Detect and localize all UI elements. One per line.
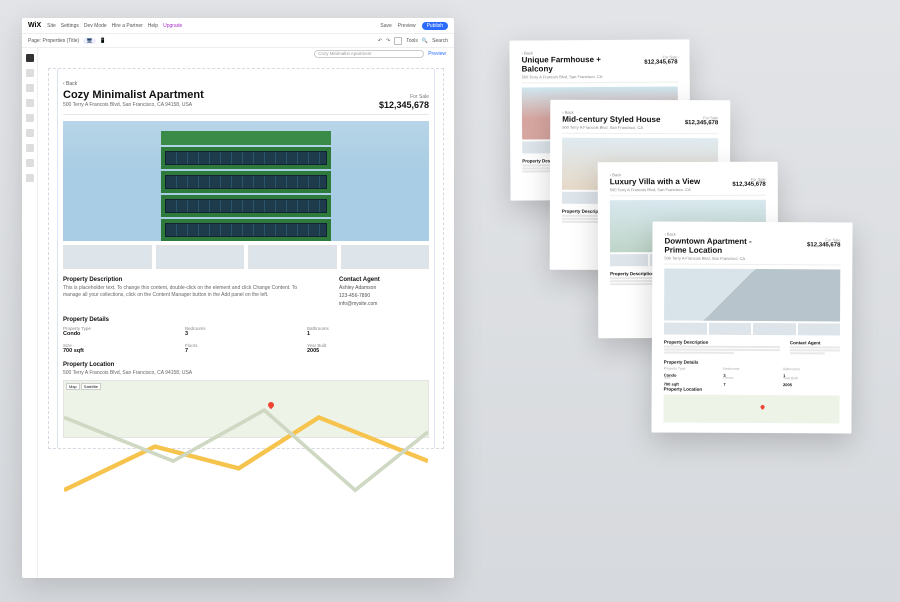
menu-site[interactable]: Site bbox=[47, 23, 56, 29]
detail-value: 7 bbox=[185, 348, 307, 354]
detail-value: 3 bbox=[185, 331, 307, 337]
detail-value: 2005 bbox=[307, 348, 429, 354]
map[interactable]: Map Satellite bbox=[63, 380, 429, 438]
map-pin-icon bbox=[760, 404, 766, 410]
dp-title: Luxury Villa with a View bbox=[610, 177, 700, 187]
tools-button[interactable] bbox=[394, 37, 402, 45]
preview-link[interactable]: Preview bbox=[398, 23, 416, 29]
editor-window: WiX Site Settings Dev Mode Hire a Partne… bbox=[22, 18, 454, 578]
wix-logo[interactable]: WiX bbox=[28, 22, 41, 29]
dp-price: $12,345,678 bbox=[644, 59, 677, 65]
desktop-view-icon[interactable]: 🖥 bbox=[83, 38, 95, 44]
page-switcher[interactable]: Page: Properties (Title) bbox=[28, 38, 79, 44]
thumb-4[interactable] bbox=[341, 245, 430, 269]
details-grid: Property TypeCondo Bedrooms3 Bathrooms1 … bbox=[63, 326, 429, 354]
data-icon[interactable] bbox=[26, 129, 34, 137]
menu-hire[interactable]: Hire a Partner bbox=[112, 23, 143, 29]
search-label[interactable]: Search bbox=[432, 38, 448, 44]
dp-price: $12,345,678 bbox=[807, 242, 840, 248]
detail-value: 1 bbox=[307, 331, 429, 337]
design-icon[interactable] bbox=[26, 84, 34, 92]
canvas-preview-link[interactable]: Preview bbox=[428, 51, 446, 57]
sub-toolbar: Page: Properties (Title) 🖥 📱 ↶ ↷ Tools 🔍… bbox=[22, 34, 454, 48]
thumb-2[interactable] bbox=[156, 245, 245, 269]
item-search-input[interactable]: Cozy Minimalist Apartment bbox=[314, 50, 424, 58]
dp-price: $12,345,678 bbox=[732, 182, 765, 188]
dp-title: Unique Farmhouse + Balcony bbox=[522, 55, 632, 74]
listing-title[interactable]: Cozy Minimalist Apartment bbox=[63, 89, 204, 101]
undo-icon[interactable]: ↶ bbox=[378, 38, 382, 44]
description-body[interactable]: This is placeholder text. To change this… bbox=[63, 285, 315, 299]
save-button[interactable]: Save bbox=[380, 23, 391, 29]
agent-phone: 123-456-7890 bbox=[339, 293, 429, 299]
menu-settings[interactable]: Settings bbox=[61, 23, 79, 29]
listing-address: 500 Terry A Francois Blvd, San Francisco… bbox=[63, 102, 204, 108]
blog-icon[interactable] bbox=[26, 174, 34, 182]
agent-name: Ashley Adamson bbox=[339, 285, 429, 291]
thumbnail-strip[interactable] bbox=[63, 245, 429, 269]
dp-map bbox=[664, 395, 840, 424]
top-menubar: WiX Site Settings Dev Mode Hire a Partne… bbox=[22, 18, 454, 34]
contact-heading: Contact Agent bbox=[339, 277, 429, 283]
back-link[interactable]: ‹ Back bbox=[63, 81, 429, 87]
dp-hero-image bbox=[664, 269, 840, 322]
store-icon[interactable] bbox=[26, 159, 34, 167]
bookings-icon[interactable] bbox=[26, 144, 34, 152]
dp-address: 500 Terry A Francois Blvd, San Francisco… bbox=[562, 125, 660, 130]
apps-icon[interactable] bbox=[26, 99, 34, 107]
location-heading: Property Location bbox=[63, 362, 429, 368]
media-icon[interactable] bbox=[26, 114, 34, 122]
publish-button[interactable]: Publish bbox=[422, 22, 448, 30]
thumb-3[interactable] bbox=[248, 245, 337, 269]
hero-image[interactable] bbox=[63, 121, 429, 241]
canvas[interactable]: Cozy Minimalist Apartment Preview ‹ Back… bbox=[38, 48, 454, 578]
listing-price: $12,345,678 bbox=[379, 100, 429, 110]
dp-detail-value: 2005 bbox=[783, 383, 840, 389]
menu-upgrade[interactable]: Upgrade bbox=[163, 23, 182, 29]
dp-contact-heading: Contact Agent bbox=[790, 341, 840, 346]
dp-title: Mid-century Styled House bbox=[562, 115, 660, 125]
guide-left bbox=[57, 69, 58, 448]
dynamic-pages-stack: ‹ Back Unique Farmhouse + Balcony 500 Te… bbox=[510, 40, 870, 540]
description-heading: Property Description bbox=[63, 277, 315, 283]
details-heading: Property Details bbox=[63, 317, 429, 323]
dp-price: $12,345,678 bbox=[685, 120, 718, 126]
search-icon[interactable]: 🔍 bbox=[422, 38, 428, 44]
agent-email: info@mysite.com bbox=[339, 301, 429, 307]
thumb-1[interactable] bbox=[63, 245, 152, 269]
left-rail bbox=[22, 48, 38, 578]
page-content[interactable]: ‹ Back Cozy Minimalist Apartment 500 Ter… bbox=[48, 68, 444, 449]
dynamic-page-card: ‹ Back Downtown Apartment - Prime Locati… bbox=[651, 221, 852, 433]
dp-title: Downtown Apartment - Prime Location bbox=[664, 237, 774, 256]
menu-items: Site Settings Dev Mode Hire a Partner He… bbox=[47, 23, 182, 29]
add-icon[interactable] bbox=[26, 54, 34, 62]
dp-address: 500 Terry A Francois Blvd, San Francisco… bbox=[664, 256, 774, 262]
dp-desc-heading: Property Description bbox=[664, 340, 780, 346]
tools-label[interactable]: Tools bbox=[406, 38, 418, 44]
dp-address: 500 Terry A Francois Blvd, San Francisco… bbox=[610, 187, 700, 192]
menu-help[interactable]: Help bbox=[148, 23, 158, 29]
dp-address: 500 Terry A Francois Blvd, San Francisco… bbox=[522, 74, 632, 80]
guide-right bbox=[434, 69, 435, 448]
dp-details-heading: Property Details bbox=[664, 360, 840, 366]
dp-detail-value: 7 bbox=[723, 382, 780, 388]
menu-devmode[interactable]: Dev Mode bbox=[84, 23, 107, 29]
detail-value: Condo bbox=[63, 331, 185, 337]
pages-icon[interactable] bbox=[26, 69, 34, 77]
mobile-view-icon[interactable]: 📱 bbox=[100, 38, 106, 44]
detail-value: 700 sqft bbox=[63, 348, 185, 354]
redo-icon[interactable]: ↷ bbox=[386, 38, 390, 44]
location-address: 500 Terry A Francois Blvd, San Francisco… bbox=[63, 370, 429, 376]
